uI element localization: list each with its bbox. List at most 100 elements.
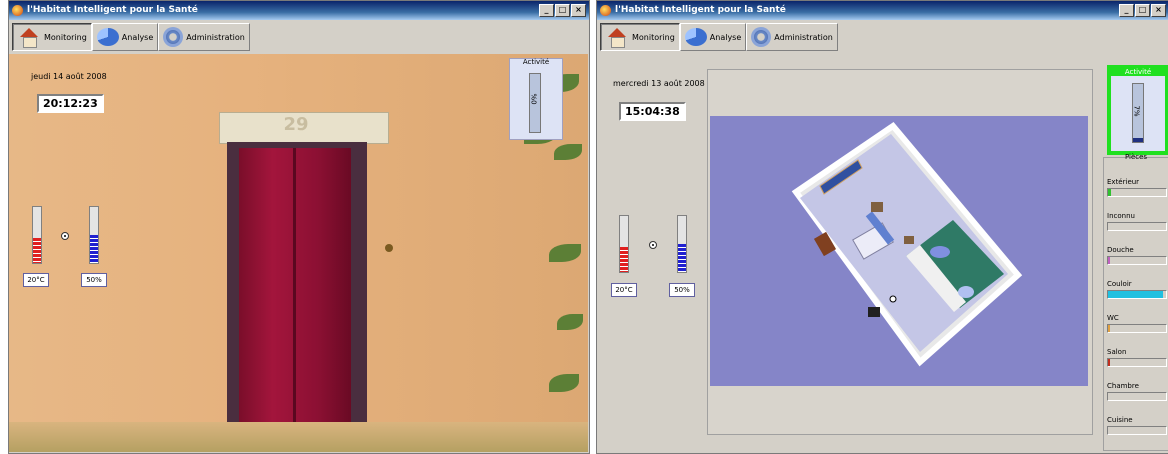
tab-administration[interactable]: Administration	[158, 23, 250, 51]
leaf-decoration	[549, 244, 581, 262]
maximize-button[interactable]: □	[1135, 4, 1150, 17]
room-activity-bar	[1107, 324, 1167, 333]
room-name: Salon	[1107, 348, 1127, 356]
door-scene: 29 jeudi 14 août 2008 20:12:23 20°C 50% …	[9, 54, 588, 452]
room-row: Couloir	[1107, 280, 1167, 299]
pie-icon	[96, 28, 119, 46]
gear-icon	[163, 27, 184, 47]
room-name: Inconnu	[1107, 212, 1135, 220]
rooms-panel-title: Pièces	[1124, 153, 1148, 161]
temperature-gauge	[32, 206, 42, 264]
tab-administration[interactable]: Administration	[746, 23, 838, 51]
right-toolbar: Monitoring Analyse Administration	[597, 20, 1168, 54]
temperature-value: 20°C	[23, 273, 49, 287]
close-button[interactable]: ×	[1151, 4, 1166, 17]
room-activity-bar	[1107, 188, 1167, 197]
humidity-fill	[90, 235, 98, 263]
room-activity-fill	[1108, 359, 1110, 366]
humidity-value: 50%	[81, 273, 107, 287]
activity-label: Activité	[1111, 68, 1165, 76]
room-activity-fill	[1108, 325, 1111, 332]
clock-display: 15:04:38	[619, 102, 686, 121]
activity-fill	[1133, 137, 1143, 142]
door-bell	[385, 244, 393, 252]
room-row: Chambre	[1107, 382, 1167, 401]
minimize-button[interactable]: _	[539, 4, 554, 17]
window-controls: _ □ ×	[1119, 4, 1166, 17]
humidity-gauge	[89, 206, 99, 264]
room-activity-fill	[1108, 189, 1111, 196]
right-app-window: l'Habitat Intelligent pour la Santé _ □ …	[596, 0, 1168, 454]
room-name: Extérieur	[1107, 178, 1140, 186]
room-activity-bar	[1107, 256, 1167, 265]
apartment-3d-model	[791, 121, 1023, 367]
front-door	[239, 148, 351, 448]
app-icon	[12, 5, 23, 16]
home-icon	[605, 26, 629, 48]
tab-analyse[interactable]: Analyse	[91, 23, 159, 51]
apartment-view[interactable]	[707, 69, 1093, 435]
room-name: WC	[1107, 314, 1119, 322]
ground	[9, 422, 588, 452]
activity-value: 7%	[1132, 105, 1141, 117]
window-title: l'Habitat Intelligent pour la Santé	[27, 5, 198, 15]
leaf-decoration	[549, 374, 579, 392]
tab-monitoring[interactable]: Monitoring	[600, 23, 680, 51]
activity-label: Activité	[522, 58, 550, 66]
tab-label: Analyse	[709, 32, 742, 42]
right-titlebar[interactable]: l'Habitat Intelligent pour la Santé _ □ …	[597, 1, 1168, 20]
humidity-gauge	[677, 215, 687, 273]
tab-label: Monitoring	[632, 32, 675, 42]
home-icon	[17, 26, 41, 48]
room-name: Chambre	[1107, 382, 1139, 390]
room-activity-bar	[1107, 392, 1167, 401]
sensor-radio[interactable]	[649, 241, 657, 249]
leaf-decoration	[554, 144, 582, 160]
tab-monitoring[interactable]: Monitoring	[12, 23, 92, 51]
room-row: Cuisine	[1107, 416, 1167, 435]
close-button[interactable]: ×	[571, 4, 586, 17]
temperature-value: 20°C	[611, 283, 637, 297]
room-row: WC	[1107, 314, 1167, 333]
tab-label: Monitoring	[44, 32, 87, 42]
tab-analyse[interactable]: Analyse	[679, 23, 747, 51]
tab-label: Administration	[774, 32, 833, 42]
activity-panel: Activité %0	[509, 58, 563, 140]
room-activity-fill	[1108, 257, 1110, 264]
clock-display: 20:12:23	[37, 94, 104, 113]
current-date: mercredi 13 août 2008	[613, 79, 705, 88]
left-titlebar[interactable]: l'Habitat Intelligent pour la Santé _ □ …	[9, 1, 589, 20]
door-number: 29	[283, 114, 309, 135]
room-row: Extérieur	[1107, 178, 1167, 197]
room-activity-fill	[1108, 291, 1164, 298]
room-activity-bar	[1107, 358, 1167, 367]
room-name: Douche	[1107, 246, 1134, 254]
window-title: l'Habitat Intelligent pour la Santé	[615, 5, 786, 15]
humidity-value: 50%	[669, 283, 695, 297]
leaf-decoration	[557, 314, 583, 330]
room-name: Couloir	[1107, 280, 1132, 288]
maximize-button[interactable]: □	[555, 4, 570, 17]
room-activity-bar	[1107, 290, 1167, 299]
window-controls: _ □ ×	[539, 4, 586, 17]
room-activity-bar	[1107, 426, 1167, 435]
room-row: Douche	[1107, 246, 1167, 265]
rooms-panel: Pièces Extérieur Inconnu Douche Couloir WC Sa…	[1103, 153, 1168, 451]
temperature-fill	[33, 237, 41, 263]
activity-value: %0	[529, 93, 538, 105]
room-name: Cuisine	[1107, 416, 1133, 424]
room-row: Inconnu	[1107, 212, 1167, 231]
temperature-gauge	[619, 215, 629, 273]
room-activity-bar	[1107, 222, 1167, 231]
pie-icon	[684, 28, 707, 46]
app-icon	[600, 5, 611, 16]
activity-panel: Activité 7%	[1107, 65, 1168, 155]
current-date: jeudi 14 août 2008	[31, 72, 107, 81]
room-row: Salon	[1107, 348, 1167, 367]
sensor-radio[interactable]	[61, 232, 69, 240]
temperature-fill	[620, 246, 628, 272]
left-toolbar: Monitoring Analyse Administration	[9, 20, 589, 54]
tab-label: Administration	[186, 32, 245, 42]
humidity-fill	[678, 244, 686, 272]
minimize-button[interactable]: _	[1119, 4, 1134, 17]
